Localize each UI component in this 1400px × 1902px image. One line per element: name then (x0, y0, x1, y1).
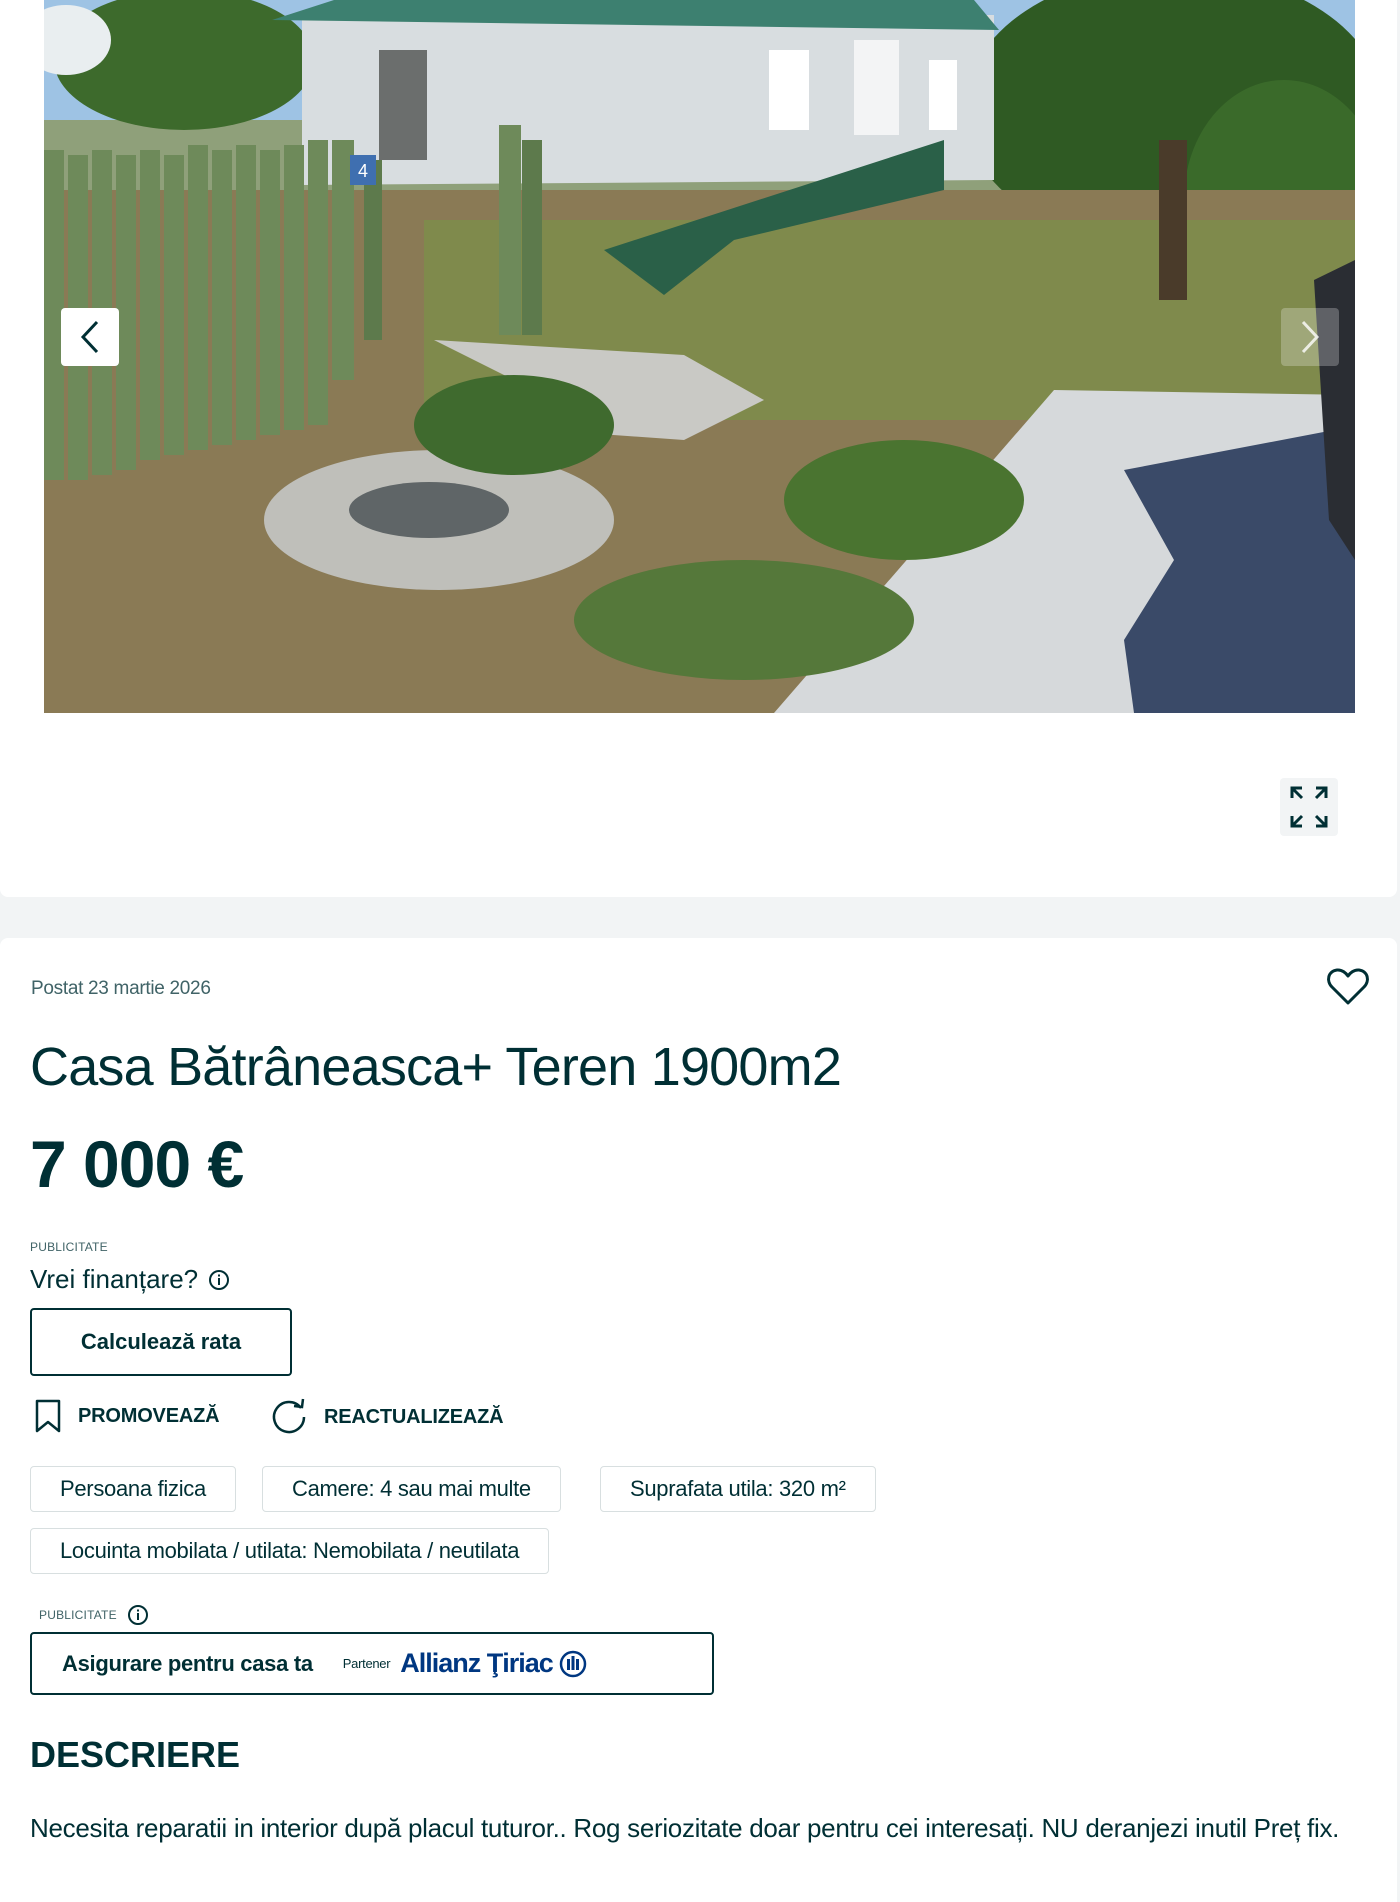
allianz-emblem-icon (559, 1650, 587, 1677)
bookmark-icon (35, 1399, 61, 1433)
description-heading: DESCRIERE (30, 1734, 241, 1775)
listing-photo[interactable]: 4 (44, 0, 1355, 713)
description-text: Necesita reparatii in interior după plac… (30, 1813, 1340, 1843)
fullscreen-button[interactable] (1280, 778, 1338, 836)
tag-rooms: Camere: 4 sau mai multe (262, 1466, 561, 1512)
partner-label: Partener (342, 1656, 391, 1671)
financing-question-text: Vrei finanțare? (30, 1264, 199, 1294)
house-number: 4 (358, 161, 368, 181)
posted-date: Postat 23 martie 2026 (31, 978, 211, 999)
info-icon[interactable] (127, 1604, 149, 1626)
listing-title: Casa Bătrâneasca+ Teren 1900m2 (30, 1037, 842, 1097)
next-image-button[interactable] (1281, 308, 1339, 366)
tag-seller-type: Persoana fizica (30, 1466, 236, 1512)
insurance-ad-label-row: PUBLICITATE (39, 1604, 149, 1626)
heart-icon (1327, 968, 1369, 1005)
chevron-left-icon (80, 320, 99, 354)
ad-label: PUBLICITATE (39, 1608, 117, 1622)
listing-price: 7 000 € (30, 1127, 244, 1201)
refresh-action[interactable]: REACTUALIZEAZĂ (270, 1398, 504, 1436)
promote-action[interactable]: PROMOVEAZĂ (34, 1398, 220, 1434)
promote-label: PROMOVEAZĂ (78, 1404, 220, 1427)
brand-name: Allianz Ţiriac (400, 1648, 554, 1678)
tag-usable-area: Suprafata utila: 320 m² (600, 1466, 876, 1512)
refresh-icon (272, 1398, 306, 1434)
ad-label: PUBLICITATE (30, 1240, 108, 1254)
info-icon[interactable] (208, 1269, 230, 1291)
insurance-label: Asigurare pentru casa ta (62, 1650, 313, 1676)
refresh-label: REACTUALIZEAZĂ (324, 1405, 504, 1428)
tag-furnishing: Locuinta mobilata / utilata: Nemobilata … (30, 1528, 550, 1574)
calculate-rate-button[interactable]: Calculează rata (30, 1308, 292, 1376)
image-gallery: 4 (0, 0, 1397, 897)
allianz-tiriac-logo: Allianz Ţiriac (400, 1648, 587, 1679)
chevron-right-icon (1301, 320, 1320, 354)
expand-icon (1290, 786, 1328, 828)
previous-image-button[interactable] (61, 308, 119, 366)
financing-question: Vrei finanțare? (30, 1264, 230, 1295)
home-insurance-button[interactable]: Asigurare pentru casa ta Partener Allian… (30, 1632, 714, 1695)
favorite-button[interactable] (1326, 966, 1370, 1010)
